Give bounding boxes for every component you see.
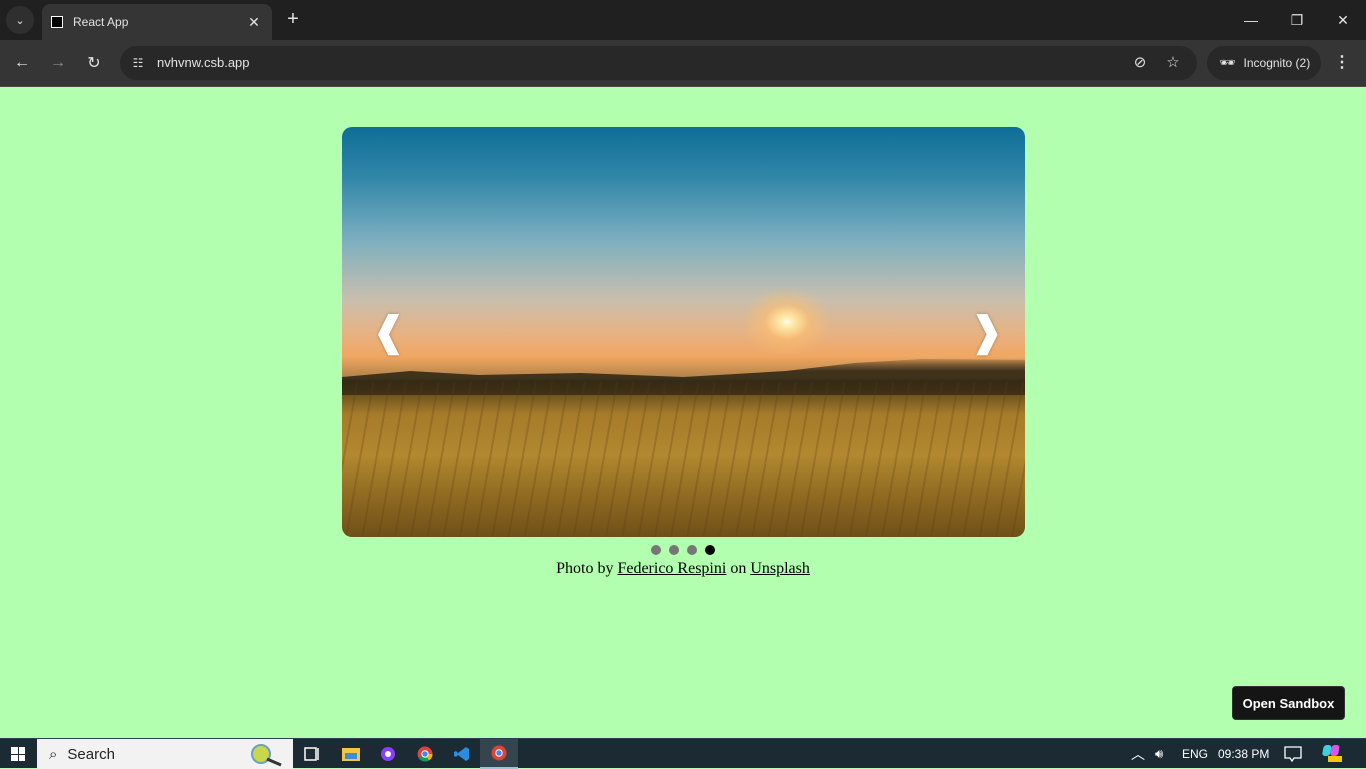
incognito-icon: 🕶 (1219, 55, 1236, 70)
kebab-icon: ⋮ (1334, 54, 1350, 71)
unsplash-link[interactable]: Unsplash (750, 560, 810, 577)
copilot-icon (1322, 745, 1342, 762)
close-window-button[interactable]: ✕ (1320, 0, 1366, 40)
chevron-down-icon: ⌄ (15, 14, 25, 27)
notifications-button[interactable] (1284, 739, 1302, 769)
carousel-next-button[interactable]: ❱ (970, 312, 1004, 352)
speaker-icon: 🔊︎ (1155, 746, 1164, 761)
close-icon: ✕ (1337, 11, 1349, 28)
open-sandbox-button[interactable]: Open Sandbox (1232, 686, 1345, 720)
start-button[interactable] (0, 739, 36, 769)
back-button[interactable]: ← (9, 50, 35, 76)
carousel-indicators (651, 545, 715, 555)
browser-titlebar: ⌄ React App ✕ + — ❐ ✕ (0, 0, 1366, 40)
file-explorer-icon (342, 748, 360, 761)
vscode-icon (454, 747, 469, 761)
chrome-incognito-icon (491, 745, 507, 761)
minimize-button[interactable]: — (1228, 0, 1274, 40)
address-bar[interactable]: ☷ nvhvnw.csb.app ⊘ ☆ (120, 46, 1197, 80)
reload-icon: ↻ (87, 55, 101, 72)
bookmark-star-icon[interactable]: ☆ (1163, 53, 1183, 73)
carousel-dot-1[interactable] (651, 545, 661, 555)
credit-prefix: Photo by (556, 560, 618, 577)
new-tab-button[interactable]: + (282, 8, 304, 30)
tray-overflow-button[interactable]: ︿ (1131, 739, 1145, 769)
search-highlight-icon (251, 744, 282, 767)
arrow-left-icon: ← (14, 54, 30, 71)
incognito-label: Incognito (2) (1243, 56, 1311, 70)
chevron-up-icon: ︿ (1131, 746, 1145, 762)
restore-icon: ❐ (1290, 11, 1304, 28)
task-view-button[interactable] (293, 739, 331, 769)
carousel-dot-3[interactable] (687, 545, 697, 555)
minimize-icon: — (1244, 12, 1258, 28)
copilot-button[interactable] (1322, 739, 1344, 769)
restore-button[interactable]: ❐ (1274, 0, 1320, 40)
windows-logo-icon (11, 747, 25, 761)
vscode-button[interactable] (443, 739, 481, 769)
language-indicator[interactable]: ENG (1182, 739, 1208, 769)
tab-close-icon[interactable]: ✕ (246, 14, 262, 31)
clock[interactable]: 09:38 PM (1218, 739, 1269, 769)
windows-taskbar: ⌕ Search ︿ 🔊︎ ENG 09:38 PM (0, 738, 1366, 769)
notification-icon (1284, 746, 1302, 763)
sun (742, 287, 832, 357)
browser-toolbar: ← → ↻ ☷ nvhvnw.csb.app ⊘ ☆ 🕶 Incognito (… (0, 40, 1366, 87)
carousel-image: ❰ ❱ (342, 127, 1025, 537)
file-explorer-button[interactable] (332, 739, 370, 769)
tab-title: React App (73, 15, 129, 29)
volume-button[interactable]: 🔊︎ (1155, 739, 1163, 769)
search-icon: ⌕ (49, 745, 58, 763)
forward-button[interactable]: → (45, 50, 71, 76)
wheat-field (342, 382, 1025, 537)
github-desktop-icon (381, 747, 395, 761)
taskbar-search[interactable]: ⌕ Search (37, 739, 293, 769)
browser-menu-button[interactable]: ⋮ (1332, 52, 1352, 74)
url-text[interactable]: nvhvnw.csb.app (157, 55, 250, 70)
chrome-incognito-button[interactable] (480, 739, 518, 769)
chrome-button[interactable] (406, 739, 444, 769)
taskbar-search-placeholder: Search (67, 745, 115, 763)
credit-middle: on (726, 560, 751, 577)
carousel-dot-4-active[interactable] (705, 545, 715, 555)
photo-credit: Photo by Federico Respini on Unsplash (0, 560, 1366, 578)
tab-search-button[interactable]: ⌄ (6, 6, 34, 34)
incognito-button[interactable]: 🕶 Incognito (2) (1207, 46, 1321, 80)
arrow-right-icon: → (50, 54, 66, 71)
eye-off-icon[interactable]: ⊘ (1130, 53, 1150, 73)
favicon-icon (51, 16, 63, 28)
task-view-icon (304, 747, 319, 761)
author-link[interactable]: Federico Respini (617, 560, 726, 577)
github-desktop-button[interactable] (369, 739, 407, 769)
carousel-prev-button[interactable]: ❰ (372, 312, 406, 352)
tune-icon: ☷ (132, 56, 144, 70)
site-info-button[interactable]: ☷ (126, 51, 150, 75)
page-viewport: ❰ ❱ Photo by Federico Respini on Unsplas… (0, 87, 1366, 738)
carousel-dot-2[interactable] (669, 545, 679, 555)
chrome-icon (417, 746, 433, 762)
reload-button[interactable]: ↻ (81, 50, 107, 76)
tab-react-app[interactable]: React App ✕ (42, 4, 272, 40)
